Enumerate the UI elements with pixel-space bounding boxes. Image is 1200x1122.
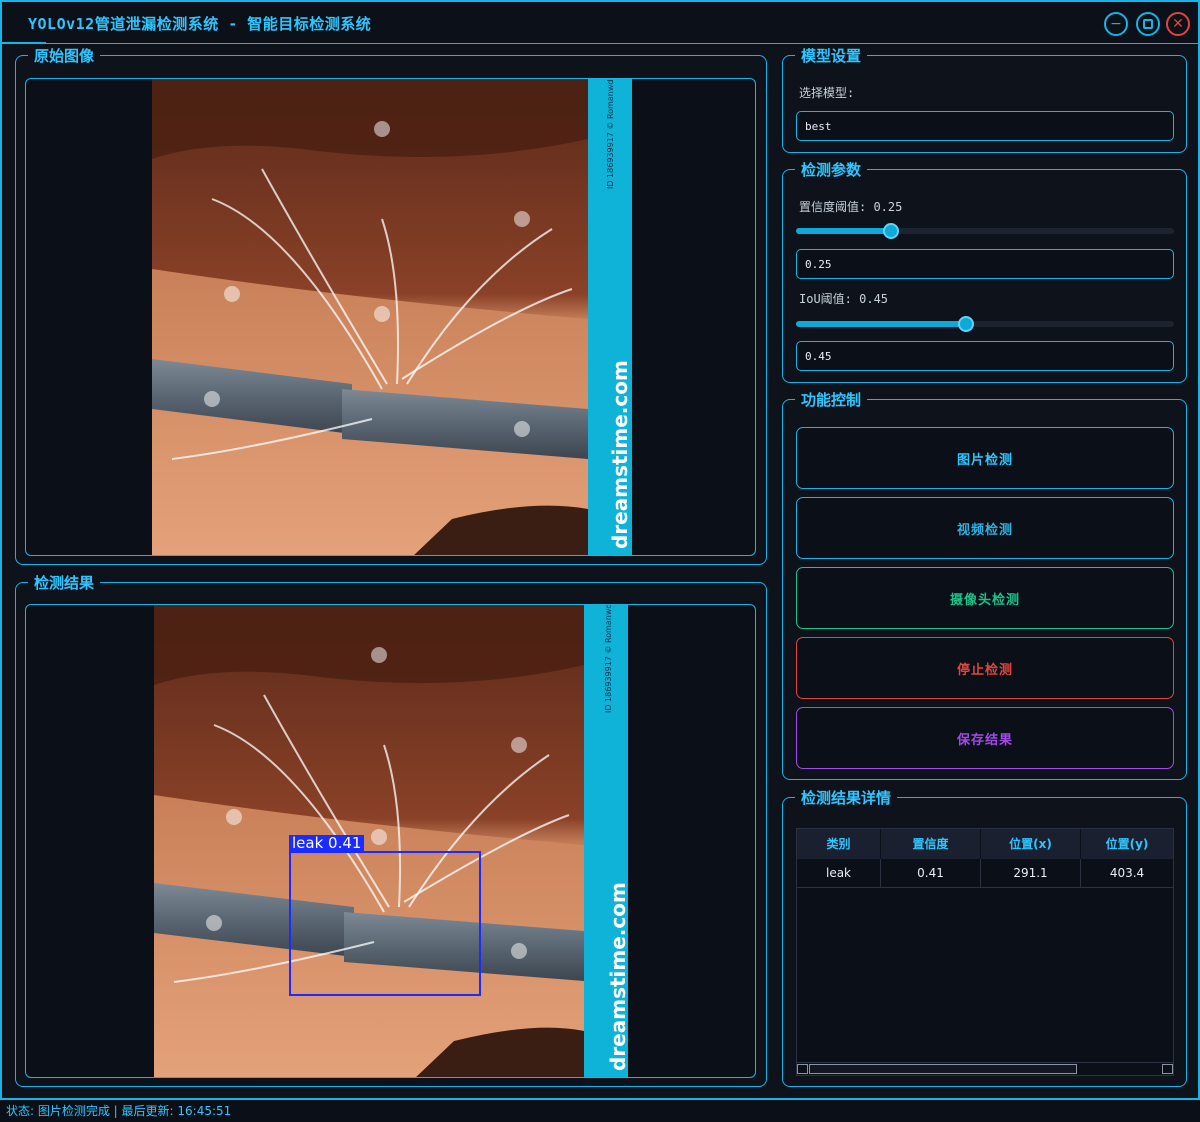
close-icon[interactable]: ✕ — [1166, 12, 1190, 36]
column-header[interactable]: 位置(y) — [1081, 829, 1173, 859]
stop-detect-button[interactable]: 停止检测 — [796, 637, 1174, 699]
detection-details-panel: 检测结果详情 类别 置信度 位置(x) 位置(y) leak 0.41 291.… — [782, 788, 1187, 1087]
original-image-panel: 原始图像 dreamstime.com ID 186939917 © Roman… — [15, 46, 767, 565]
confidence-slider-handle[interactable] — [883, 223, 899, 239]
title-bar[interactable]: YOLOv12管道泄漏检测系统 - 智能目标检测系统 − ✕ — [2, 2, 1198, 44]
detection-bounding-box — [289, 851, 481, 996]
column-header[interactable]: 置信度 — [881, 829, 981, 859]
table-cell: 0.41 — [881, 859, 981, 888]
watermark-id: ID 186939917 © Romanwd976 — [606, 79, 615, 189]
iou-slider[interactable] — [796, 316, 1174, 332]
leaking-pipe-result-image — [154, 605, 584, 1077]
model-settings-panel: 模型设置 选择模型: best — [782, 46, 1187, 153]
iou-input[interactable]: 0.45 — [796, 341, 1174, 371]
table-cell: 291.1 — [981, 859, 1081, 888]
image-detect-button[interactable]: 图片检测 — [796, 427, 1174, 489]
table-header: 类别 置信度 位置(x) 位置(y) — [797, 829, 1173, 859]
result-photo: dreamstime.com ID 186939917 © Romanwd976… — [154, 605, 628, 1077]
confidence-slider[interactable] — [796, 223, 1174, 239]
confidence-input[interactable]: 0.25 — [796, 249, 1174, 279]
status-bar: 状态: 图片检测完成 | 最后更新: 16:45:51 — [0, 1100, 1200, 1122]
result-image-frame: dreamstime.com ID 186939917 © Romanwd976… — [25, 604, 756, 1078]
save-result-button[interactable]: 保存结果 — [796, 707, 1174, 769]
model-settings-title: 模型设置 — [795, 46, 868, 66]
function-control-title: 功能控制 — [795, 390, 868, 410]
iou-slider-handle[interactable] — [958, 316, 974, 332]
detection-details-title: 检测结果详情 — [795, 788, 898, 808]
window-title: YOLOv12管道泄漏检测系统 - 智能目标检测系统 — [28, 15, 372, 33]
title-accent — [2, 42, 46, 44]
model-select[interactable]: best — [796, 111, 1174, 141]
function-control-panel: 功能控制 图片检测 视频检测 摄像头检测 停止检测 保存结果 — [782, 390, 1187, 780]
original-photo: dreamstime.com ID 186939917 © Romanwd976 — [152, 79, 632, 555]
table-cell: leak — [797, 859, 881, 888]
horizontal-scrollbar[interactable] — [797, 1062, 1173, 1075]
iou-slider-fill — [796, 321, 966, 327]
detection-table: 类别 置信度 位置(x) 位置(y) leak 0.41 291.1 403.4 — [796, 828, 1174, 1076]
camera-detect-button[interactable]: 摄像头检测 — [796, 567, 1174, 629]
original-image-frame: dreamstime.com ID 186939917 © Romanwd976 — [25, 78, 756, 556]
minimize-icon[interactable]: − — [1104, 12, 1128, 36]
scroll-left-arrow[interactable] — [797, 1064, 808, 1074]
column-header[interactable]: 类别 — [797, 829, 881, 859]
detection-params-panel: 检测参数 置信度阈值: 0.25 0.25 IoU阈值: 0.45 0.45 — [782, 160, 1187, 383]
table-cell: 403.4 — [1109, 866, 1145, 880]
scroll-right-arrow[interactable] — [1162, 1064, 1173, 1074]
select-model-label: 选择模型: — [799, 86, 855, 100]
confidence-label: 置信度阈值: 0.25 — [799, 200, 903, 214]
scrollbar-thumb[interactable] — [809, 1064, 1077, 1074]
maximize-icon[interactable] — [1136, 12, 1160, 36]
confidence-slider-fill — [796, 228, 891, 234]
result-image-title: 检测结果 — [28, 573, 101, 593]
watermark-brand: dreamstime.com — [608, 360, 632, 549]
iou-label: IoU阈值: 0.45 — [799, 292, 889, 306]
main-window: YOLOv12管道泄漏检测系统 - 智能目标检测系统 − ✕ 原始图像 drea… — [0, 0, 1200, 1100]
watermark-id: ID 186939917 © Romanwd976 — [604, 605, 613, 713]
watermark-brand: dreamstime.com — [606, 882, 628, 1071]
column-header[interactable]: 位置(x) — [981, 829, 1081, 859]
video-detect-button[interactable]: 视频检测 — [796, 497, 1174, 559]
table-row[interactable]: leak 0.41 291.1 403.4 — [797, 859, 1173, 888]
original-image-title: 原始图像 — [28, 46, 101, 66]
leaking-pipe-image — [152, 79, 588, 555]
detection-params-title: 检测参数 — [795, 160, 868, 180]
result-image-panel: 检测结果 dreamstime.com ID 186939917 © Roman… — [15, 573, 767, 1087]
detection-label: leak 0.41 — [289, 835, 365, 852]
